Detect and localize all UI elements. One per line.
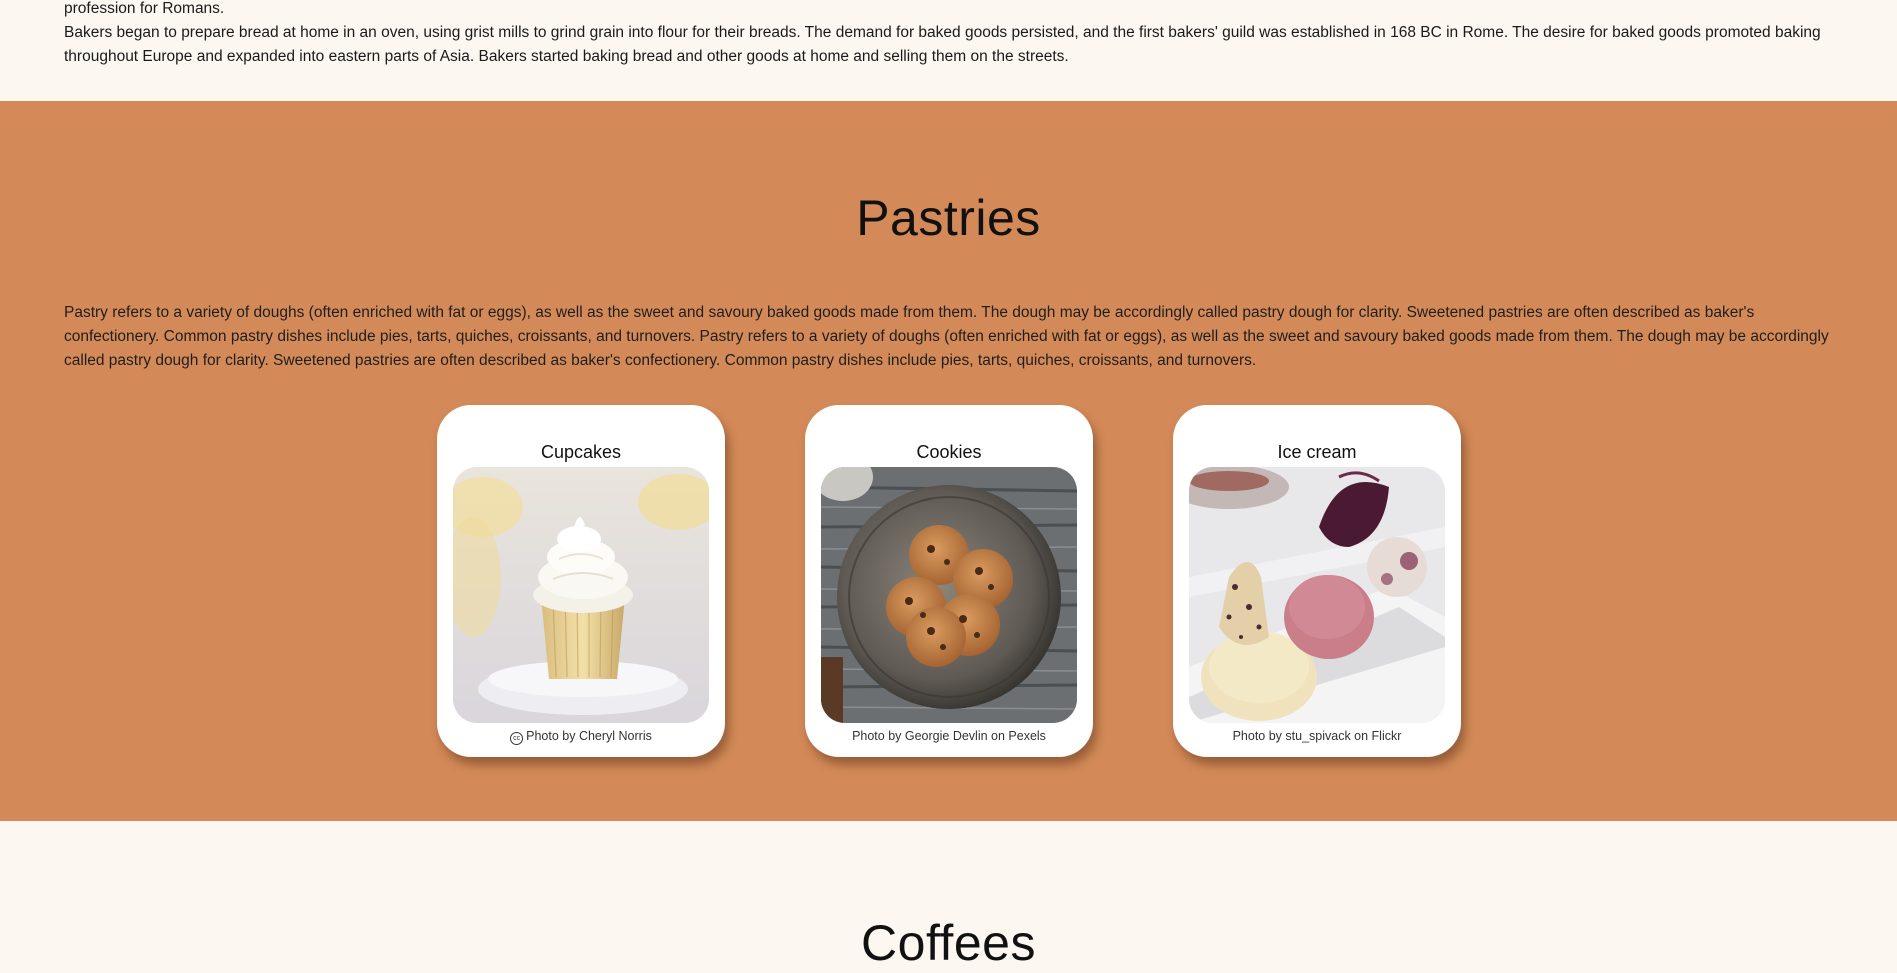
photo-credit: Photo by stu_spivack on Flickr — [1232, 729, 1402, 743]
pastry-card-ice-cream: Ice cream Photo by stu_spivack on Flickr — [1173, 405, 1461, 757]
creative-commons-icon: cc — [510, 732, 524, 745]
photo-credit: Photo by Georgie Devlin on Pexels — [852, 729, 1046, 743]
pastry-card-cupcakes: Cupcakes cc Photo by Cheryl Norris — [437, 405, 725, 757]
photo-credit-text: Photo by Cheryl Norris — [526, 729, 652, 743]
pastry-card-cookies: Cookies Photo by Georgie Devlin on Pexel… — [805, 405, 1093, 757]
photo-credit: cc Photo by Cheryl Norris — [437, 729, 725, 745]
intro-paragraph: Bakers began to prepare bread at home in… — [64, 24, 1821, 65]
cupcake-photo — [453, 467, 709, 723]
card-title: Cookies — [916, 442, 982, 462]
pastries-heading: Pastries — [856, 190, 1041, 246]
pastries-section: Pastries Pastry refers to a variety of d… — [0, 101, 1897, 821]
ice-cream-photo — [1189, 467, 1445, 723]
intro-text-line: profession for Romans. — [64, 0, 225, 17]
coffees-section: Coffees — [0, 821, 1897, 973]
pastries-paragraph: Pastry refers to a variety of doughs (of… — [64, 304, 1829, 369]
intro-section: profession for Romans. Bakers began to p… — [0, 0, 1897, 100]
card-title: Ice cream — [1277, 442, 1357, 462]
card-title: Cupcakes — [540, 442, 622, 462]
coffees-heading: Coffees — [861, 915, 1036, 971]
cookies-photo — [821, 467, 1077, 723]
